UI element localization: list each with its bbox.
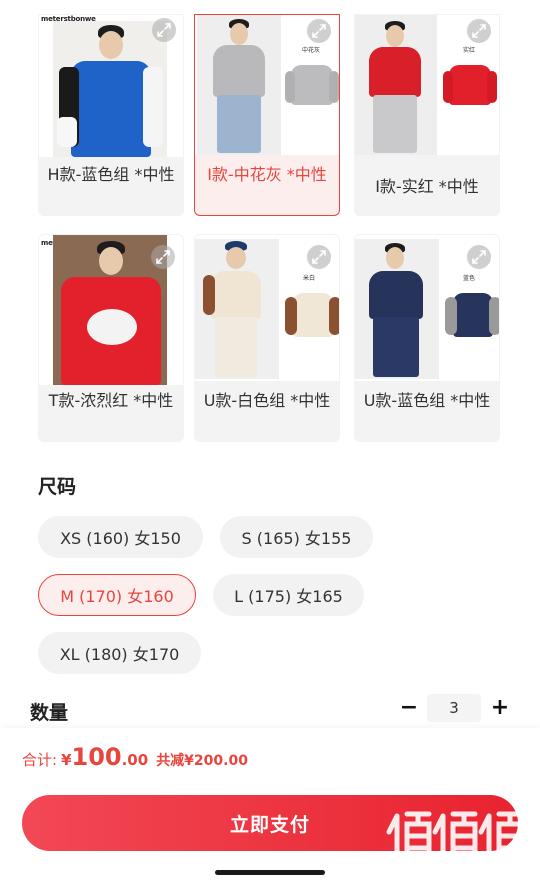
expand-icon[interactable]	[307, 245, 331, 269]
variant-card[interactable]: meterstbonwe T款-浓烈红 *中性	[38, 234, 184, 442]
variant-label: T款-浓烈红 *中性	[48, 391, 174, 410]
expand-icon[interactable]	[151, 245, 175, 269]
variant-color-tag: 蓝色	[462, 275, 475, 282]
variant-card[interactable]: 蓝色 U款-蓝色组 *中性	[354, 234, 500, 442]
size-option[interactable]: L (175) 女165	[213, 574, 364, 616]
minus-icon[interactable]: −	[398, 697, 420, 719]
variant-label: U款-蓝色组 *中性	[363, 391, 491, 410]
currency-symbol: ¥	[61, 751, 72, 769]
variant-card[interactable]: meterstbonwe H款-蓝色组 *中性	[38, 14, 184, 216]
variant-color-tag: 中花灰	[301, 47, 320, 54]
expand-icon[interactable]	[467, 19, 491, 43]
variant-color-tag: 米白	[302, 275, 315, 282]
quantity-value[interactable]: 3	[427, 694, 481, 722]
variant-card[interactable]: 米白 U款-白色组 *中性	[194, 234, 340, 442]
variant-label: U款-白色组 *中性	[203, 391, 331, 410]
quantity-title: 数量	[30, 702, 69, 724]
total-label: 合计:	[22, 751, 58, 769]
variant-label: H款-蓝色组 *中性	[47, 165, 175, 184]
expand-icon[interactable]	[467, 245, 491, 269]
size-option[interactable]: XS (160) 女150	[38, 516, 203, 558]
size-option[interactable]: XL (180) 女170	[38, 632, 201, 674]
total-row: 合计: ¥ 100 .00 共减¥200.00	[22, 743, 248, 771]
size-section-title: 尺码	[38, 476, 77, 498]
total-amount-decimal: .00	[121, 751, 149, 769]
variant-card-selected[interactable]: 中花灰 I款-中花灰 *中性	[194, 14, 340, 216]
watermark-site: zhizhizhi.com	[410, 866, 518, 884]
size-option-selected[interactable]: M (170) 女160	[38, 574, 196, 616]
variant-card[interactable]: 实红 I款-实红 *中性	[354, 14, 500, 216]
plus-icon[interactable]: +	[489, 697, 511, 719]
variant-color-tag: 实红	[462, 47, 475, 54]
home-indicator[interactable]	[215, 870, 325, 875]
discount-text: 共减¥200.00	[156, 753, 248, 769]
variant-label: I款-中花灰 *中性	[207, 165, 327, 184]
expand-icon[interactable]	[152, 18, 176, 42]
total-amount: 100	[71, 743, 122, 771]
size-option[interactable]: S (165) 女155	[220, 516, 373, 558]
variant-label: I款-实红 *中性	[375, 177, 479, 196]
expand-icon[interactable]	[307, 19, 331, 43]
